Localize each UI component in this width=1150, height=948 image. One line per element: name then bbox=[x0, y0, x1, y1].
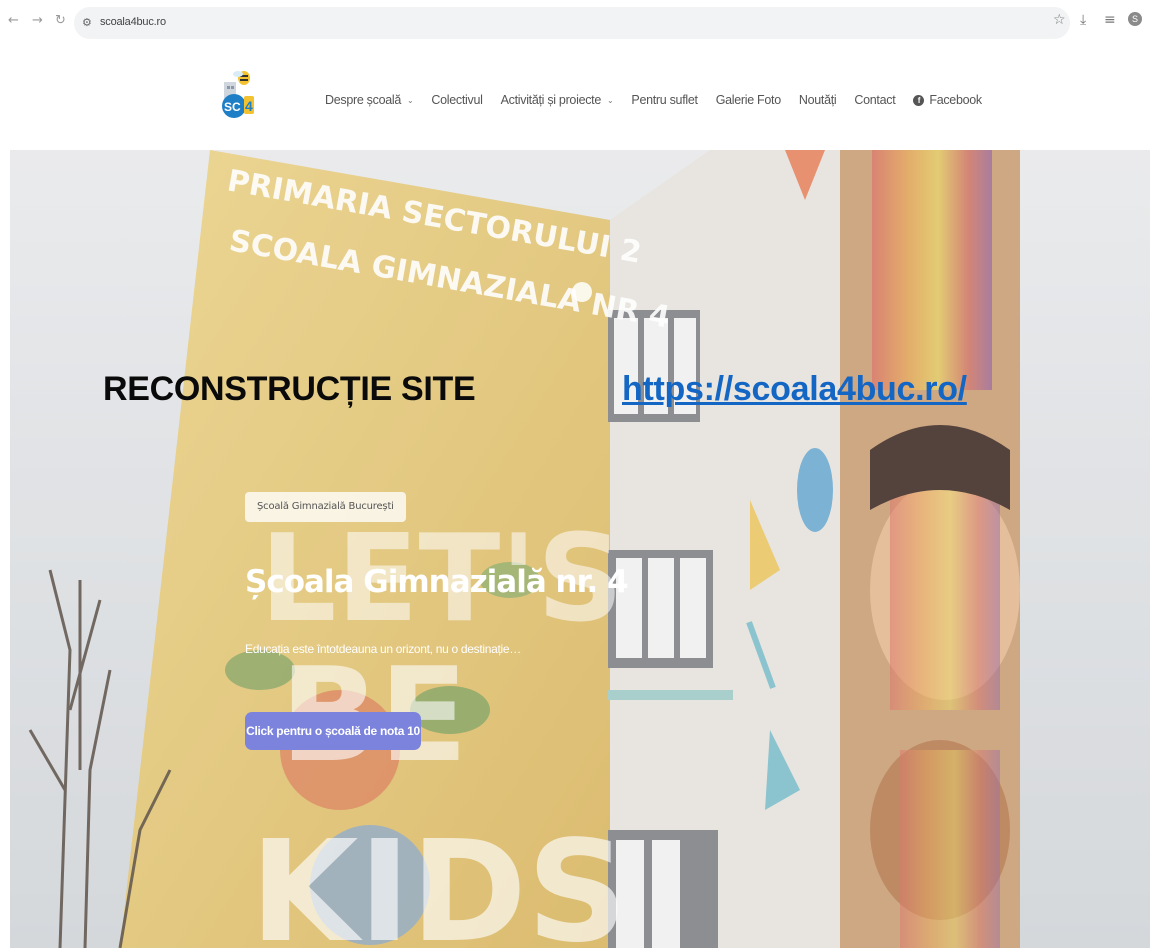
menu-label: Contact bbox=[854, 93, 896, 107]
menu-item-activitati-si-proiecte[interactable]: Activități și proiecte ⌄ bbox=[501, 93, 614, 107]
school-logo[interactable]: SC 4 bbox=[218, 66, 258, 118]
menu-item-facebook[interactable]: f Facebook bbox=[913, 93, 982, 107]
menu-item-despre-scoala[interactable]: Despre școală ⌄ bbox=[325, 93, 414, 107]
hero-tag-badge: Școală Gimnazială București bbox=[245, 492, 406, 522]
svg-text:SC: SC bbox=[224, 100, 241, 114]
address-bar[interactable]: ⚙ scoala4buc.ro bbox=[74, 7, 1070, 39]
hero-cta-button[interactable]: Click pentru o școală de nota 10 bbox=[245, 712, 421, 750]
menu-label: Pentru suflet bbox=[631, 93, 698, 107]
reading-list-icon[interactable]: ≡ bbox=[1104, 12, 1116, 28]
reload-icon[interactable]: ↻ bbox=[55, 13, 66, 29]
menu-item-colectivul[interactable]: Colectivul bbox=[431, 93, 482, 107]
hero-subtitle: Educația este întotdeauna un orizont, nu… bbox=[245, 642, 522, 656]
main-menu: Despre școală ⌄ Colectivul Activități și … bbox=[325, 90, 982, 110]
menu-label: Facebook bbox=[929, 93, 982, 107]
bookmark-star-icon[interactable]: ☆ bbox=[1053, 12, 1066, 28]
menu-item-noutati[interactable]: Noutăți bbox=[799, 93, 837, 107]
menu-item-contact[interactable]: Contact bbox=[854, 93, 895, 107]
download-icon[interactable]: ⤓ bbox=[1080, 12, 1086, 28]
svg-text:4: 4 bbox=[245, 98, 253, 114]
site-header: SC 4 Despre școală ⌄ Colectivul Activităț… bbox=[0, 46, 1150, 150]
overlay-link[interactable]: https://scoala4buc.ro/ bbox=[622, 370, 967, 409]
menu-item-pentru-suflet[interactable]: Pentru suflet bbox=[631, 93, 698, 107]
site-settings-icon[interactable]: ⚙ bbox=[82, 16, 92, 29]
menu-label: Colectivul bbox=[431, 93, 483, 107]
menu-label: Noutăți bbox=[798, 93, 837, 107]
menu-label: Despre școală bbox=[325, 93, 402, 107]
browser-toolbar: ← → ↻ ⚙ scoala4buc.ro ☆ ⤓ ≡ S bbox=[0, 0, 1150, 46]
chevron-down-icon: ⌄ bbox=[607, 95, 614, 105]
profile-avatar[interactable]: S bbox=[1128, 12, 1142, 26]
facebook-icon: f bbox=[913, 94, 925, 106]
url-text[interactable]: scoala4buc.ro bbox=[100, 16, 166, 28]
menu-label: Activități și proiecte bbox=[500, 93, 602, 107]
hero-section: PRIMARIA SECTORULUI 2 SCOALA GIMNAZIALA … bbox=[10, 150, 1150, 948]
overlay-title: RECONSTRUCȚIE SITE bbox=[103, 370, 476, 408]
menu-label: Galerie Foto bbox=[715, 93, 781, 107]
back-arrow-icon[interactable]: ← bbox=[8, 13, 19, 29]
hero-background-image: PRIMARIA SECTORULUI 2 SCOALA GIMNAZIALA … bbox=[10, 150, 1150, 948]
menu-item-galerie-foto[interactable]: Galerie Foto bbox=[716, 93, 781, 107]
forward-arrow-icon[interactable]: → bbox=[32, 13, 43, 29]
hero-title: Școala Gimnazială nr. 4 bbox=[245, 564, 629, 600]
chevron-down-icon: ⌄ bbox=[407, 95, 414, 105]
